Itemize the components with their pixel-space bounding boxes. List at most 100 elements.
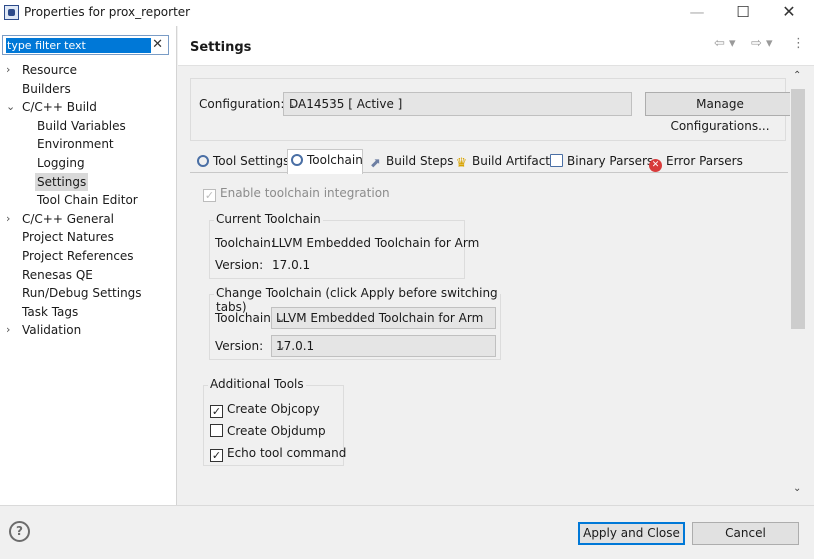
close-button[interactable]: ✕	[766, 0, 812, 26]
window-title: Properties for prox_reporter	[24, 5, 191, 19]
maximize-button[interactable]: ☐	[720, 0, 766, 26]
tree-item-resource[interactable]: › Resource	[0, 61, 177, 80]
tree-item-cpp-build[interactable]: ⌄ C/C++ Build	[0, 98, 177, 117]
forward-arrow-icon[interactable]: ⇨ ▾	[751, 36, 773, 51]
tab-label: Tool Settings	[213, 154, 290, 168]
echo-tool-command-checkbox[interactable]: ✓	[210, 449, 223, 462]
tree-item-label: Build Variables	[37, 118, 126, 133]
view-menu-icon[interactable]: ⋮	[792, 36, 805, 51]
tab-label: Build Steps	[386, 154, 454, 168]
tree-item-task-tags[interactable]: Task Tags	[0, 303, 177, 322]
enable-toolchain-checkbox: ✓	[203, 189, 216, 202]
tab-label: Toolchain	[307, 153, 363, 167]
tree-item-label: Logging	[37, 155, 85, 170]
settings-tabs: Tool Settings Toolchain ⬈ Build Steps ♛ Bu…	[190, 149, 788, 174]
create-objdump-option[interactable]: Create Objdump	[210, 424, 326, 438]
tree-item-tool-chain-editor[interactable]: Tool Chain Editor	[0, 191, 177, 210]
manage-configurations-button[interactable]: Manage Configurations...	[645, 92, 795, 133]
gear-icon	[291, 154, 303, 166]
additional-tools-title: Additional Tools	[208, 377, 306, 391]
tree-item-label: Project Natures	[22, 230, 114, 245]
additional-tools-group: Additional Tools ✓ Create Objcopy Create …	[203, 377, 346, 466]
configuration-panel: Configuration: DA14535 [ Active ] ⌄ Mana…	[190, 78, 795, 141]
current-version-value: 17.0.1	[272, 258, 311, 272]
create-objcopy-checkbox[interactable]: ✓	[210, 405, 223, 418]
minimize-button[interactable]: —	[674, 0, 720, 26]
change-toolchain-group: Change Toolchain (click Apply before swi…	[209, 286, 501, 360]
scrollbar-thumb[interactable]	[791, 89, 805, 329]
dialog-footer: ? Apply and Close Cancel	[0, 505, 814, 559]
change-toolchain-label: Toolchain:	[215, 311, 275, 325]
chevron-right-icon[interactable]: ›	[6, 210, 16, 228]
tree-item-environment[interactable]: Environment	[0, 135, 177, 154]
tree-item-run-debug-settings[interactable]: Run/Debug Settings	[0, 284, 177, 303]
tab-build-artifact[interactable]: ♛ Build Artifact	[452, 151, 550, 173]
current-toolchain-title: Current Toolchain	[214, 212, 323, 226]
tree-item-label: Project References	[22, 248, 134, 263]
property-tree: › Resource Builders ⌄ C/C++ Build Build Va…	[0, 61, 177, 340]
tree-item-project-references[interactable]: Project References	[0, 247, 177, 266]
tree-item-build-variables[interactable]: Build Variables	[0, 117, 177, 136]
scroll-up-icon[interactable]: ⌃	[793, 70, 801, 81]
chevron-down-icon[interactable]: ⌄	[6, 98, 16, 116]
current-version-label: Version:	[215, 258, 264, 272]
gear-icon	[197, 155, 209, 167]
create-objcopy-option[interactable]: ✓ Create Objcopy	[210, 402, 320, 418]
enable-toolchain-label: Enable toolchain integration	[220, 186, 390, 200]
tab-tool-settings[interactable]: Tool Settings	[194, 151, 289, 173]
tree-item-renesas-qe[interactable]: Renesas QE	[0, 266, 177, 285]
tab-build-steps[interactable]: ⬈ Build Steps	[366, 151, 454, 173]
clear-filter-icon[interactable]: ✕	[152, 37, 163, 52]
tree-item-builders[interactable]: Builders	[0, 80, 177, 99]
chevron-down-icon: ⌄	[289, 97, 300, 111]
filter-box: ✕	[2, 35, 169, 55]
tree-item-label: Resource	[22, 63, 78, 77]
tree-item-label: Task Tags	[22, 304, 79, 319]
tree-item-cpp-general[interactable]: › C/C++ General	[0, 210, 177, 229]
tree-item-label: Renesas QE	[22, 267, 93, 282]
configuration-select[interactable]: DA14535 [ Active ] ⌄	[283, 92, 632, 116]
echo-tool-command-option[interactable]: ✓ Echo tool command	[210, 446, 346, 462]
tree-item-label: Validation	[22, 323, 82, 338]
page-header: Settings ⇦ ▾ ⇨ ▾ ⋮	[178, 26, 814, 66]
page-title: Settings	[190, 40, 252, 55]
tree-item-project-natures[interactable]: Project Natures	[0, 228, 177, 247]
tree-item-label: Tool Chain Editor	[37, 193, 138, 208]
tree-item-label: Builders	[22, 81, 71, 96]
create-objdump-checkbox[interactable]	[210, 424, 223, 437]
tab-error-parsers[interactable]: ✕ Error Parsers	[646, 151, 743, 173]
tab-toolchain[interactable]: Toolchain	[287, 149, 363, 174]
tree-item-settings[interactable]: Settings	[0, 172, 177, 192]
tree-item-logging[interactable]: Logging	[0, 154, 177, 173]
scroll-down-icon[interactable]: ⌄	[793, 483, 801, 494]
tab-binary-parsers[interactable]: Binary Parsers	[547, 151, 653, 173]
configuration-label: Configuration:	[199, 97, 285, 111]
toolchain-select[interactable]: LLVM Embedded Toolchain for Arm ⌄	[271, 307, 496, 329]
sidebar: ✕ › Resource Builders ⌄ C/C++ Build Build …	[0, 26, 177, 505]
chevron-right-icon[interactable]: ›	[6, 61, 16, 79]
tree-item-label: Run/Debug Settings	[22, 286, 142, 301]
tab-label: Error Parsers	[666, 154, 743, 168]
checkbox-label: Create Objdump	[227, 424, 326, 438]
enable-toolchain-integration: ✓ Enable toolchain integration	[203, 186, 390, 202]
version-select[interactable]: 17.0.1 ⌄	[271, 335, 496, 357]
chevron-down-icon: ⌄	[276, 339, 287, 353]
tree-item-label: Settings	[35, 172, 89, 191]
checkbox-label: Echo tool command	[227, 446, 347, 460]
cancel-button[interactable]: Cancel	[692, 522, 799, 545]
current-toolchain-value: LLVM Embedded Toolchain for Arm	[272, 236, 480, 250]
chevron-right-icon[interactable]: ›	[6, 321, 16, 339]
error-icon: ✕	[649, 159, 662, 172]
back-arrow-icon[interactable]: ⇦ ▾	[714, 36, 736, 51]
help-icon[interactable]: ?	[9, 521, 30, 542]
vertical-scrollbar[interactable]: ⌃ ⌄	[790, 67, 807, 505]
build-steps-icon: ⬈	[370, 156, 381, 171]
tree-item-label: C/C++ Build	[22, 100, 97, 115]
change-version-label: Version:	[215, 339, 264, 353]
tree-item-label: C/C++ General	[22, 211, 115, 226]
filter-input[interactable]	[6, 38, 151, 53]
apply-and-close-button[interactable]: Apply and Close	[578, 522, 685, 545]
tree-item-validation[interactable]: › Validation	[0, 321, 177, 340]
current-toolchain-label: Toolchain:	[215, 236, 275, 250]
tab-label: Binary Parsers	[567, 154, 654, 168]
